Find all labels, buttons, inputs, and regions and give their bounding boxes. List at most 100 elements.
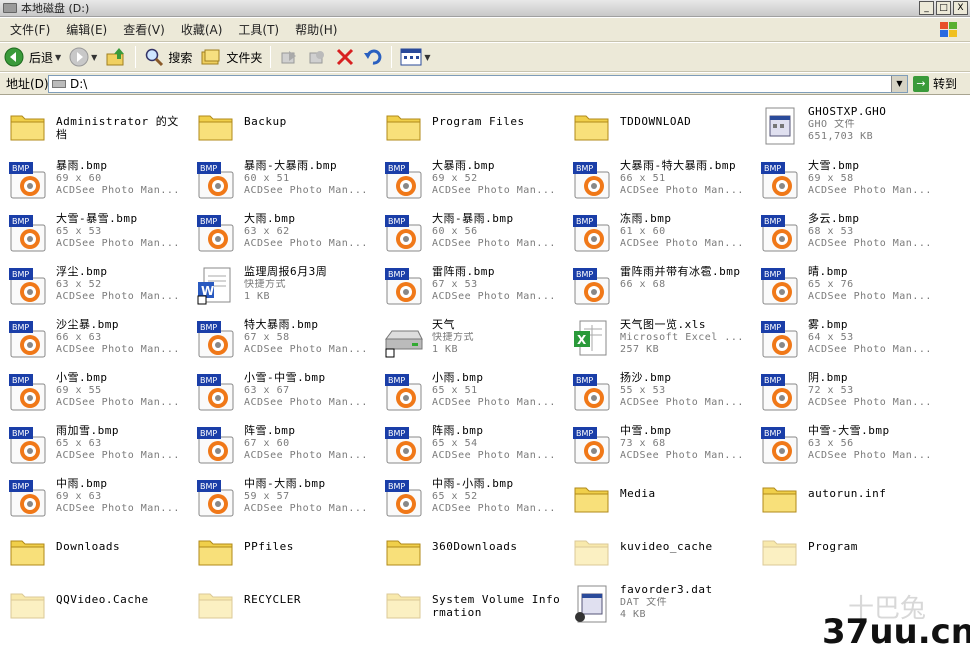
- file-item[interactable]: RECYCLER: [190, 580, 376, 630]
- file-item[interactable]: BMP 中雪.bmp 73 x 68 ACDSee Photo Man...: [566, 421, 752, 471]
- file-detail: 快捷方式: [432, 331, 474, 343]
- file-detail: 67 x 58: [244, 331, 290, 343]
- file-item[interactable]: kuvideo_cache: [566, 527, 752, 577]
- file-item[interactable]: BMP 暴雨-大暴雨.bmp 60 x 51 ACDSee Photo Man...: [190, 156, 376, 206]
- file-detail: 61 x 60: [620, 225, 666, 237]
- file-detail: 69 x 58: [808, 172, 854, 184]
- menu-tools[interactable]: 工具(T): [238, 21, 279, 38]
- file-item[interactable]: 天气 快捷方式 1 KB: [378, 315, 564, 365]
- menu-view[interactable]: 查看(V): [123, 21, 165, 38]
- file-detail: 65 x 53: [56, 225, 102, 237]
- minimize-button[interactable]: _: [919, 1, 934, 15]
- chevron-down-icon[interactable]: ▼: [55, 53, 61, 62]
- file-item[interactable]: autorun.inf: [754, 474, 940, 524]
- go-button[interactable]: → 转到: [913, 75, 957, 92]
- file-item[interactable]: 360Downloads: [378, 527, 564, 577]
- file-item[interactable]: BMP 扬沙.bmp 55 x 53 ACDSee Photo Man...: [566, 368, 752, 418]
- bmp-image-icon: BMP: [196, 372, 236, 412]
- file-item[interactable]: BMP 特大暴雨.bmp 67 x 58 ACDSee Photo Man...: [190, 315, 376, 365]
- file-item[interactable]: BMP 沙尘暴.bmp 66 x 63 ACDSee Photo Man...: [2, 315, 188, 365]
- file-item[interactable]: TDDOWNLOAD: [566, 102, 752, 152]
- drive-icon: [3, 3, 17, 13]
- back-button[interactable]: 后退 ▼: [0, 45, 65, 69]
- file-detail: 67 x 60: [244, 437, 290, 449]
- maximize-button[interactable]: □: [936, 1, 951, 15]
- file-item[interactable]: BMP 大暴雨-特大暴雨.bmp 66 x 51 ACDSee Photo Man..…: [566, 156, 752, 206]
- file-item[interactable]: BMP 大暴雨.bmp 69 x 52 ACDSee Photo Man...: [378, 156, 564, 206]
- move-to-button[interactable]: [275, 45, 303, 69]
- file-item[interactable]: BMP 阴.bmp 72 x 53 ACDSee Photo Man...: [754, 368, 940, 418]
- file-item[interactable]: BMP 小雪-中雪.bmp 63 x 67 ACDSee Photo Man...: [190, 368, 376, 418]
- svg-text:BMP: BMP: [12, 217, 29, 226]
- bmp-image-icon: BMP: [8, 425, 48, 465]
- file-item[interactable]: BMP 小雪.bmp 69 x 55 ACDSee Photo Man...: [2, 368, 188, 418]
- file-item[interactable]: BMP 中雨-小雨.bmp 65 x 52 ACDSee Photo Man...: [378, 474, 564, 524]
- file-name: 沙尘暴.bmp: [56, 318, 119, 331]
- file-item[interactable]: BMP 多云.bmp 68 x 53 ACDSee Photo Man...: [754, 209, 940, 259]
- file-item[interactable]: BMP 小雨.bmp 65 x 51 ACDSee Photo Man...: [378, 368, 564, 418]
- file-item[interactable]: BMP 中雨-大雨.bmp 59 x 57 ACDSee Photo Man...: [190, 474, 376, 524]
- file-item[interactable]: BMP 暴雨.bmp 69 x 60 ACDSee Photo Man...: [2, 156, 188, 206]
- file-item[interactable]: GHOSTXP.GHO GHO 文件 651,703 KB: [754, 102, 940, 152]
- views-button[interactable]: ▼: [396, 45, 434, 69]
- copy-to-button[interactable]: [303, 45, 331, 69]
- close-button[interactable]: X: [953, 1, 968, 15]
- file-item[interactable]: BMP 中雪-大雪.bmp 63 x 56 ACDSee Photo Man...: [754, 421, 940, 471]
- file-type: ACDSee Photo Man...: [56, 503, 180, 514]
- folder-icon: [8, 584, 48, 624]
- file-item[interactable]: BMP 雷阵雨并带有冰雹.bmp 66 x 68: [566, 262, 752, 312]
- folder-icon: [8, 531, 48, 571]
- bmp-image-icon: BMP: [572, 266, 612, 306]
- file-item[interactable]: BMP 冻雨.bmp 61 x 60 ACDSee Photo Man...: [566, 209, 752, 259]
- file-text: 沙尘暴.bmp 66 x 63 ACDSee Photo Man...: [56, 318, 186, 357]
- file-item[interactable]: QQVideo.Cache: [2, 580, 188, 630]
- up-folder-button[interactable]: [101, 45, 131, 69]
- file-item[interactable]: Administrator 的文档: [2, 102, 188, 152]
- file-type: ACDSee Photo Man...: [808, 450, 932, 461]
- menu-favorites[interactable]: 收藏(A): [181, 21, 223, 38]
- svg-text:BMP: BMP: [388, 164, 405, 173]
- menu-edit[interactable]: 编辑(E): [66, 21, 107, 38]
- bmp-image-icon: BMP: [196, 425, 236, 465]
- file-item[interactable]: Program Files: [378, 102, 564, 152]
- file-item[interactable]: PPfiles: [190, 527, 376, 577]
- file-item[interactable]: System Volume Information: [378, 580, 564, 630]
- delete-button[interactable]: [331, 45, 359, 69]
- file-item[interactable]: W 监理周报6月3周 快捷方式 1 KB: [190, 262, 376, 312]
- bmp-image-icon: BMP: [196, 160, 236, 200]
- file-item[interactable]: BMP 阵雪.bmp 67 x 60 ACDSee Photo Man...: [190, 421, 376, 471]
- file-item[interactable]: X 天气图一览.xls Microsoft Excel ... 257 KB: [566, 315, 752, 365]
- file-item[interactable]: BMP 浮尘.bmp 63 x 52 ACDSee Photo Man...: [2, 262, 188, 312]
- chevron-down-icon[interactable]: ▼: [891, 76, 907, 92]
- file-item[interactable]: Program: [754, 527, 940, 577]
- file-name: 中雨-大雨.bmp: [244, 477, 326, 490]
- menu-help[interactable]: 帮助(H): [295, 21, 337, 38]
- file-item[interactable]: Backup: [190, 102, 376, 152]
- undo-button[interactable]: [359, 45, 387, 69]
- file-detail: 65 x 51: [432, 384, 478, 396]
- file-item[interactable]: BMP 大雪-暴雪.bmp 65 x 53 ACDSee Photo Man...: [2, 209, 188, 259]
- chevron-down-icon[interactable]: ▼: [91, 53, 97, 62]
- file-item[interactable]: BMP 晴.bmp 65 x 76 ACDSee Photo Man...: [754, 262, 940, 312]
- address-input[interactable]: D:\ ▼: [48, 75, 908, 93]
- file-item[interactable]: BMP 大雨-暴雨.bmp 60 x 56 ACDSee Photo Man...: [378, 209, 564, 259]
- file-item[interactable]: BMP 大雪.bmp 69 x 58 ACDSee Photo Man...: [754, 156, 940, 206]
- file-item[interactable]: Downloads: [2, 527, 188, 577]
- file-item[interactable]: BMP 中雨.bmp 69 x 63 ACDSee Photo Man...: [2, 474, 188, 524]
- file-item[interactable]: favorder3.dat DAT 文件 4 KB: [566, 580, 752, 630]
- forward-button[interactable]: ▼: [65, 45, 101, 69]
- folders-button[interactable]: 文件夹: [196, 45, 266, 69]
- bmp-image-icon: BMP: [384, 160, 424, 200]
- menu-file[interactable]: 文件(F): [10, 21, 50, 38]
- file-item[interactable]: BMP 大雨.bmp 63 x 62 ACDSee Photo Man...: [190, 209, 376, 259]
- chevron-down-icon[interactable]: ▼: [424, 53, 430, 62]
- svg-text:BMP: BMP: [576, 376, 593, 385]
- file-item[interactable]: BMP 雨加雪.bmp 65 x 63 ACDSee Photo Man...: [2, 421, 188, 471]
- file-type: ACDSee Photo Man...: [244, 397, 368, 408]
- file-item[interactable]: Media: [566, 474, 752, 524]
- file-item[interactable]: BMP 雷阵雨.bmp 67 x 53 ACDSee Photo Man...: [378, 262, 564, 312]
- search-button[interactable]: 搜索: [140, 45, 196, 69]
- file-item[interactable]: BMP 雾.bmp 64 x 53 ACDSee Photo Man...: [754, 315, 940, 365]
- file-item[interactable]: BMP 阵雨.bmp 65 x 54 ACDSee Photo Man...: [378, 421, 564, 471]
- bmp-image-icon: BMP: [8, 319, 48, 359]
